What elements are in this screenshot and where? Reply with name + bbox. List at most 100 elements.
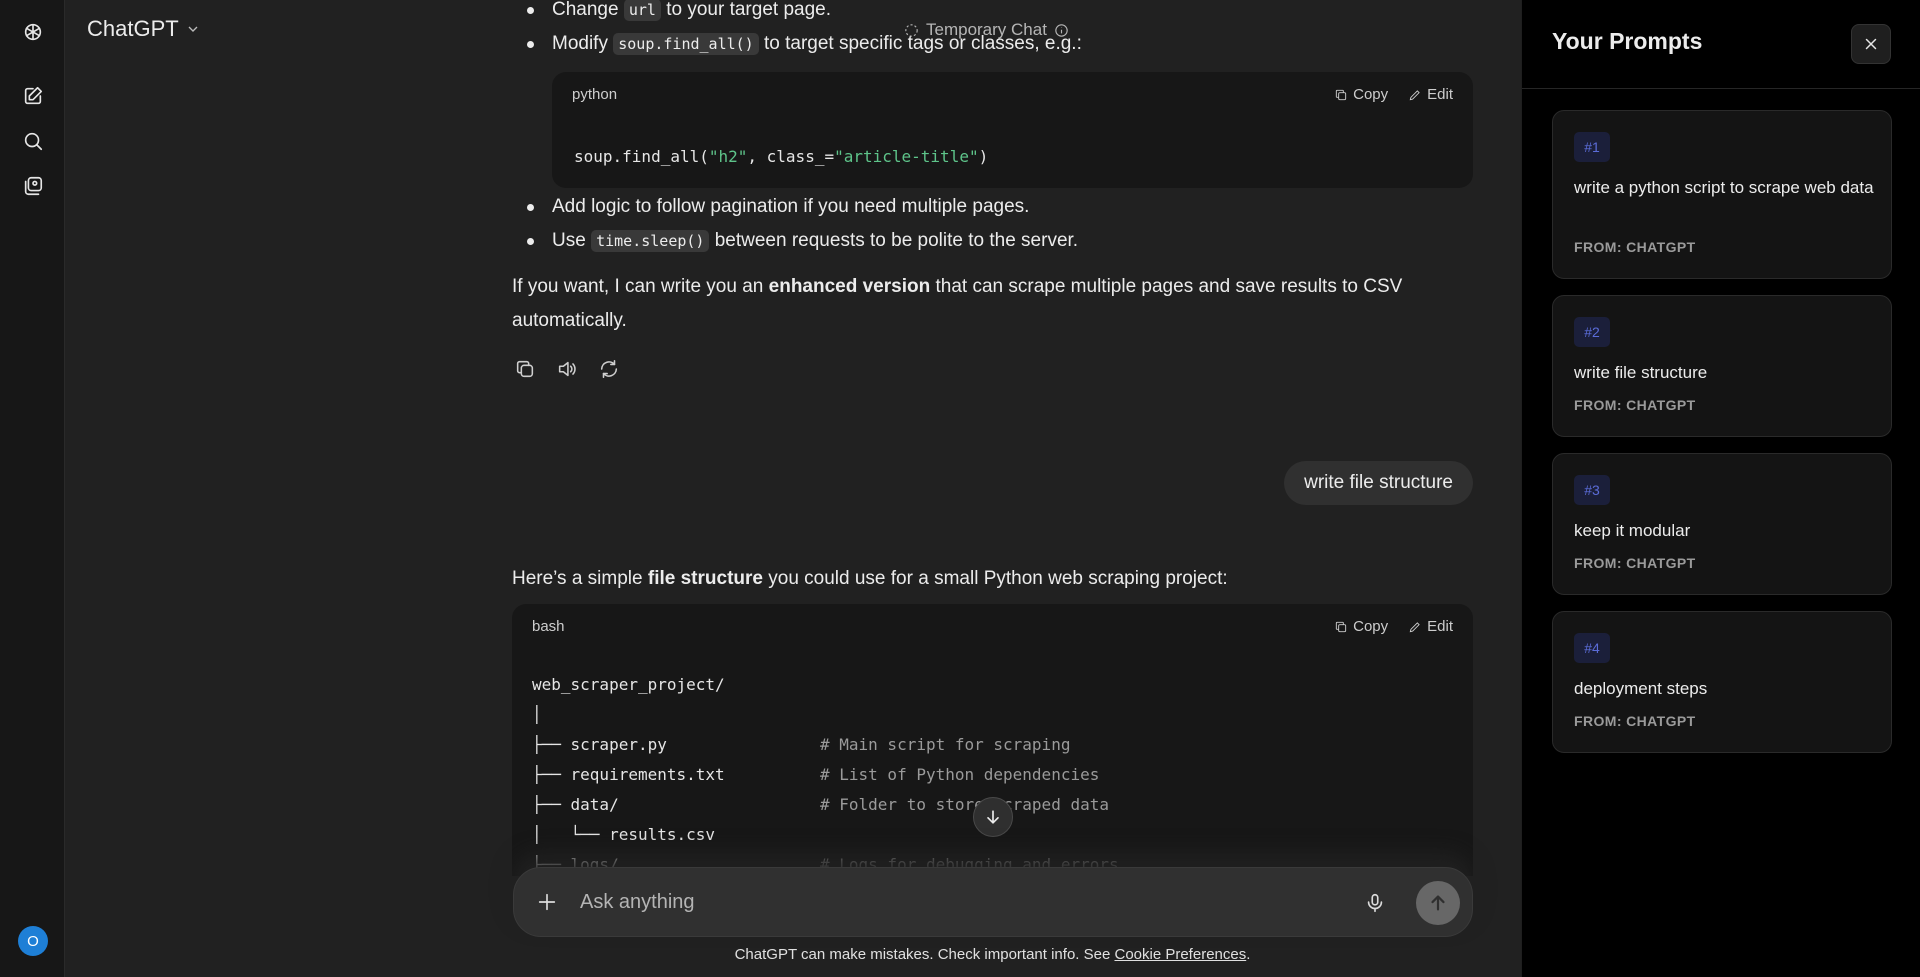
list-item: Modify soup.find_all() to target specifi…	[527, 27, 1473, 61]
prompt-number: #3	[1574, 475, 1610, 505]
code-text: ├── requirements.txt	[532, 765, 725, 784]
arrow-up-icon	[1431, 895, 1445, 911]
prompt-text: write file structure	[1574, 363, 1708, 382]
model-switcher[interactable]: ChatGPT	[87, 16, 201, 42]
prompt-text: keep it modular	[1574, 521, 1691, 540]
prompt-text: deployment steps	[1574, 679, 1708, 698]
panel-title: Your Prompts	[1552, 28, 1703, 54]
edit-label: Edit	[1427, 618, 1453, 635]
bullet-list-bottom: Add logic to follow pagination if you ne…	[512, 190, 1473, 258]
assistant-paragraph: Here’s a simple file structure you could…	[512, 568, 1228, 589]
code-language-label: bash	[532, 618, 565, 635]
prompt-card[interactable]: #3 keep it modular FROM: CHATGPT	[1552, 453, 1892, 595]
code-text: │	[532, 705, 542, 724]
prompt-card[interactable]: #2 write file structure FROM: CHATGPT	[1552, 295, 1892, 437]
prompt-input[interactable]: Ask anything	[580, 888, 695, 916]
cookie-preferences-link[interactable]: Cookie Preferences	[1114, 946, 1246, 963]
user-message-bubble: write file structure	[1284, 461, 1473, 505]
copy-icon	[516, 360, 534, 378]
code-text: ├── data/	[532, 795, 619, 814]
code-comment: # Main script for scraping	[820, 735, 1071, 754]
dictate-button[interactable]	[1360, 888, 1390, 918]
code-content: web_scraper_project/ │ ├── scraper.py # Mai…	[532, 670, 1432, 876]
edit-label: Edit	[1427, 86, 1453, 103]
code-line: web_scraper_project/	[532, 670, 1432, 700]
new-chat-icon[interactable]	[17, 80, 49, 112]
code-text: web_scraper_project/	[532, 675, 725, 694]
panel-header: Your Prompts	[1522, 0, 1920, 89]
inline-code: time.sleep()	[591, 230, 710, 252]
message-actions	[512, 356, 622, 382]
code-comment: # Folder to store scraped data	[820, 795, 1109, 814]
copy-code-button[interactable]: Copy	[1334, 85, 1388, 105]
prompt-source: FROM: CHATGPT	[1574, 397, 1696, 413]
code-line: │	[532, 700, 1432, 730]
pencil-icon	[1409, 622, 1420, 633]
read-aloud-button[interactable]	[554, 356, 580, 382]
openai-logo-icon[interactable]	[17, 16, 49, 48]
bullet-list-top: Change url to your target page. Modify s…	[512, 0, 1473, 61]
left-rail: O	[0, 0, 65, 977]
list-item: Add logic to follow pagination if you ne…	[527, 190, 1473, 224]
plus-icon	[538, 893, 556, 911]
prompt-source: FROM: CHATGPT	[1574, 713, 1696, 729]
inline-code: url	[623, 0, 661, 21]
search-icon[interactable]	[17, 125, 49, 157]
prompt-source: FROM: CHATGPT	[1574, 239, 1696, 255]
code-comment: # List of Python dependencies	[820, 765, 1100, 784]
prompt-number: #2	[1574, 317, 1610, 347]
bullet-text: Modify	[552, 33, 608, 54]
composer: Ask anything	[513, 867, 1473, 937]
model-name: ChatGPT	[87, 16, 179, 41]
code-block-python: python Copy Edit soup.find_all("h2", cla…	[552, 72, 1473, 188]
add-attachment-button[interactable]	[534, 889, 560, 915]
microphone-icon	[1367, 893, 1383, 913]
app-window: O ChatGPT Temporary Chat Change url to y…	[0, 0, 1920, 977]
code-line: ├── scraper.py # Main script for scraping	[532, 730, 1432, 760]
speaker-icon	[558, 361, 576, 377]
copy-code-button[interactable]: Copy	[1334, 617, 1388, 637]
send-button[interactable]	[1416, 881, 1460, 925]
library-icon[interactable]	[17, 170, 49, 202]
prompt-card[interactable]: #1 write a python script to scrape web d…	[1552, 110, 1892, 279]
bullet-text: Change	[552, 0, 619, 20]
code-line: ├── requirements.txt # List of Python dep…	[532, 760, 1432, 790]
bullet-text: to your target page.	[666, 0, 831, 20]
code-text: │ └── results.csv	[532, 825, 716, 844]
prompt-source: FROM: CHATGPT	[1574, 555, 1696, 571]
copy-message-button[interactable]	[512, 356, 538, 382]
close-icon	[1865, 38, 1877, 50]
prompt-number: #1	[1574, 132, 1610, 162]
disclaimer: ChatGPT can make mistakes. Check importa…	[734, 946, 1251, 963]
copy-icon	[1335, 89, 1347, 101]
list-item: Use time.sleep() between requests to be …	[527, 224, 1473, 258]
scroll-to-bottom-button[interactable]	[973, 797, 1013, 837]
bullet-text: Use	[552, 230, 586, 251]
code-text: ├── scraper.py	[532, 735, 667, 754]
bullet-text: to target specific tags or classes, e.g.…	[764, 33, 1082, 54]
prompt-card[interactable]: #4 deployment steps FROM: CHATGPT	[1552, 611, 1892, 753]
copy-label: Copy	[1353, 86, 1389, 103]
pencil-icon	[1409, 90, 1420, 101]
edit-code-button[interactable]: Edit	[1408, 85, 1453, 105]
prompt-number: #4	[1574, 633, 1610, 663]
prompts-panel: Your Prompts #1 write a python script to…	[1521, 0, 1920, 977]
arrow-down-icon	[987, 810, 999, 824]
code-content: soup.find_all("h2", class_="article-titl…	[574, 147, 989, 166]
edit-code-button[interactable]: Edit	[1408, 617, 1453, 637]
chevron-down-icon	[188, 26, 198, 32]
prompt-text: write a python script to scrape web data	[1574, 178, 1874, 197]
inline-code: soup.find_all()	[613, 33, 759, 55]
bullet-text: between requests to be polite to the ser…	[714, 230, 1079, 251]
close-panel-button[interactable]	[1851, 24, 1891, 64]
list-item: Change url to your target page.	[527, 0, 1473, 27]
code-language-label: python	[572, 86, 618, 103]
copy-icon	[1335, 621, 1347, 633]
refresh-icon	[600, 359, 618, 379]
regenerate-button[interactable]	[596, 356, 622, 382]
copy-label: Copy	[1353, 618, 1389, 635]
avatar[interactable]: O	[18, 926, 48, 956]
assistant-paragraph: If you want, I can write you an enhanced…	[512, 276, 1403, 331]
code-actions: Copy Edit	[1334, 85, 1453, 105]
code-actions: Copy Edit	[1334, 617, 1453, 637]
